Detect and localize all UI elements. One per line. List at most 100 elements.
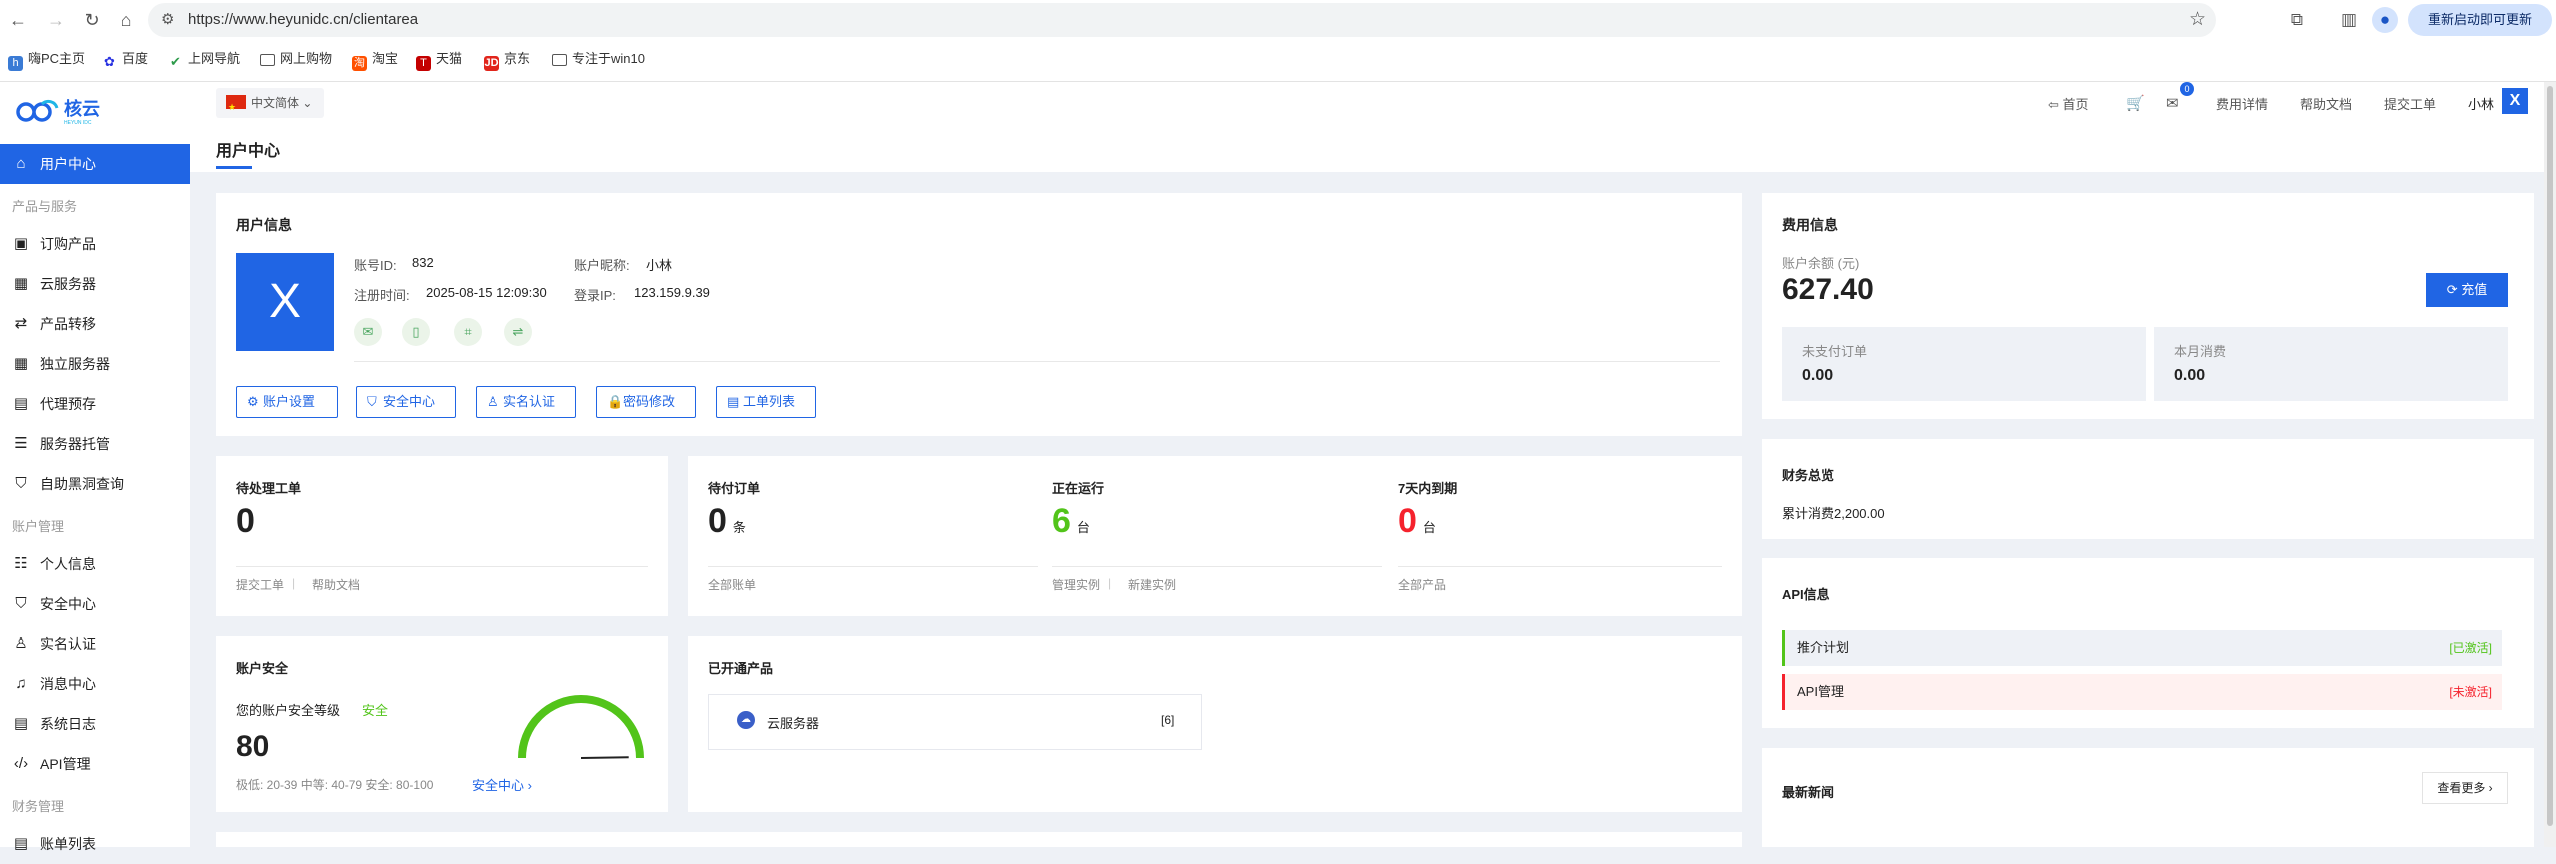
bookmark-tmall[interactable]: T 天猫 — [416, 48, 462, 71]
password-change-button[interactable]: 🔒 密码修改 — [596, 386, 696, 418]
view-more-label: 查看更多 — [2437, 781, 2486, 795]
sidebar-item-security[interactable]: ⛉ 安全中心 — [0, 584, 190, 624]
view-more-button[interactable]: 查看更多 › — [2422, 772, 2508, 804]
unpaid-value: 0.00 — [1802, 367, 1834, 384]
nickname-label: 账户昵称: — [574, 258, 630, 273]
submit-ticket-link[interactable]: 提交工单 — [236, 576, 284, 593]
sidebar-item-api[interactable]: ‹/› API管理 — [0, 744, 190, 784]
manage-instances-link[interactable]: 管理实例 — [1052, 576, 1100, 593]
product-name: 云服务器 — [767, 716, 820, 731]
bookmark-star-icon[interactable]: ☆ — [2189, 8, 2206, 31]
top-bar: 中文简体 ⌄ ⇦ 首页 🛒 ✉ 0 费用详情 帮助文档 提交工单 小林 X 用户… — [190, 82, 2556, 172]
scan-verified-icon[interactable]: ⌗ — [454, 318, 482, 346]
bookmark-label: 京东 — [504, 51, 531, 66]
gauge-needle — [580, 756, 629, 759]
sidebar-item-order[interactable]: ▣ 订购产品 — [0, 224, 190, 264]
pending-orders-count: 0条 — [708, 502, 746, 541]
avatar[interactable]: X — [2502, 88, 2528, 114]
site-info-icon[interactable]: ⚙ — [161, 10, 174, 28]
brand-name: 核云 — [64, 98, 100, 119]
security-center-button[interactable]: ⛉ 安全中心 — [356, 386, 456, 418]
scrollbar-thumb[interactable] — [2547, 86, 2553, 826]
back-icon[interactable]: ← — [4, 6, 32, 34]
bookmark-label: 嗨PC主页 — [28, 51, 86, 66]
sidebar-item-label: 安全中心 — [40, 596, 96, 612]
username[interactable]: 小林 — [2468, 94, 2494, 113]
profile-icon[interactable]: ● — [2372, 7, 2398, 33]
api-row-referral[interactable]: 推介计划 [已激活] — [1782, 630, 2502, 666]
hipc-icon: h — [8, 56, 23, 71]
new-instance-link[interactable]: 新建实例 — [1128, 576, 1176, 593]
mail-icon[interactable]: ✉ — [2166, 94, 2179, 112]
nav-home[interactable]: ⇦ 首页 — [2048, 94, 2089, 113]
jd-icon: JD — [484, 56, 499, 71]
sidebar-item-messages[interactable]: ♫ 消息中心 — [0, 664, 190, 704]
sidebar-item-realname[interactable]: ♙ 实名认证 — [0, 624, 190, 664]
sidebar-item-blackhole[interactable]: ⛉ 自助黑洞查询 — [0, 464, 190, 504]
security-legend: 极低: 20-39 中等: 40-79 安全: 80-100 — [236, 778, 434, 792]
reload-icon[interactable]: ↻ — [78, 6, 106, 34]
link-verified-icon[interactable]: ⇌ — [504, 318, 532, 346]
bookmark-nav[interactable]: ✔ 上网导航 — [168, 48, 240, 69]
divider — [1398, 566, 1722, 567]
sidebar-item-label: 服务器托管 — [40, 436, 110, 452]
sidepanel-icon[interactable]: ▥ — [2336, 7, 2362, 33]
person-card-icon: ☷ — [14, 555, 28, 572]
nav-fees[interactable]: 费用详情 — [2216, 94, 2268, 113]
page-title: 用户中心 — [216, 143, 281, 160]
sidebar-item-cloud-server[interactable]: ▦ 云服务器 — [0, 264, 190, 304]
sidebar-item-hosting[interactable]: ☰ 服务器托管 — [0, 424, 190, 464]
sidebar-item-label: 账单列表 — [40, 836, 96, 852]
bookmark-shopping[interactable]: 网上购物 — [260, 48, 332, 67]
extensions-icon[interactable]: ⧉ — [2284, 7, 2310, 33]
nav-docs[interactable]: 帮助文档 — [2300, 94, 2352, 113]
sidebar-item-label: 产品转移 — [40, 316, 96, 332]
count-unit: 台 — [1076, 520, 1090, 535]
sidebar-item-label: 独立服务器 — [40, 356, 110, 372]
nav-ticket[interactable]: 提交工单 — [2384, 94, 2436, 113]
bookmark-hipc[interactable]: h 嗨PC主页 — [8, 48, 85, 71]
news-card: 最新新闻 查看更多 › — [1762, 748, 2534, 847]
next-card — [216, 832, 1742, 847]
sidebar: 核云 HEYUN IDC ⌂ 用户中心 产品与服务 ▣ 订购产品 ▦ 云服务器 ⇄ 产品… — [0, 82, 190, 852]
language-select[interactable]: 中文简体 ⌄ — [216, 88, 324, 122]
update-button[interactable]: 重新启动即可更新 — [2408, 4, 2552, 36]
ticket-list-button[interactable]: ▤ 工单列表 — [716, 386, 816, 418]
user-icon: ♙ — [487, 394, 499, 409]
help-docs-link[interactable]: 帮助文档 — [312, 576, 360, 593]
sidebar-item-syslog[interactable]: ▤ 系统日志 — [0, 704, 190, 744]
sidebar-item-user-center[interactable]: ⌂ 用户中心 — [0, 144, 190, 184]
sidebar-item-label: 云服务器 — [40, 276, 96, 292]
bookmark-win10[interactable]: 专注于win10 — [552, 48, 645, 67]
bookmark-taobao[interactable]: 淘淘宝 — [352, 48, 398, 71]
sidebar-item-dedicated[interactable]: ▦ 独立服务器 — [0, 344, 190, 384]
brand-logo[interactable]: 核云 HEYUN IDC — [12, 90, 132, 130]
sidebar-item-prepay[interactable]: ▤ 代理预存 — [0, 384, 190, 424]
security-center-link[interactable]: 安全中心 › — [472, 775, 532, 794]
chevron-down-icon: ⌄ — [302, 96, 313, 110]
sidebar-item-profile[interactable]: ☷ 个人信息 — [0, 544, 190, 584]
bookmark-jd[interactable]: JD 京东 — [484, 48, 530, 71]
address-bar[interactable]: ⚙ https://www.heyunidc.cn/clientarea ☆ — [148, 3, 2216, 37]
grid-icon: ▦ — [13, 355, 29, 372]
bookmark-label: 天猫 — [436, 51, 463, 66]
api-row-api-manage[interactable]: API管理 [未激活] — [1782, 674, 2502, 710]
link-separator: | — [1108, 576, 1112, 590]
shield-icon: ⛉ — [15, 475, 27, 492]
realname-button[interactable]: ♙ 实名认证 — [476, 386, 576, 418]
sidebar-item-bills[interactable]: ▤ 账单列表 — [0, 824, 190, 864]
recharge-button[interactable]: ⟳ 充值 — [2426, 273, 2508, 307]
account-settings-button[interactable]: ⚙ 账户设置 — [236, 386, 338, 418]
sidebar-item-transfer[interactable]: ⇄ 产品转移 — [0, 304, 190, 344]
sidebar-item-label: 个人信息 — [40, 556, 96, 572]
cart-icon[interactable]: 🛒 — [2126, 94, 2145, 112]
product-item-cloud-server[interactable]: ☁ 云服务器 [6] — [708, 694, 1202, 750]
bookmark-baidu[interactable]: ✿ 百度 — [102, 48, 148, 69]
all-bills-link[interactable]: 全部账单 — [708, 576, 756, 593]
all-products-link[interactable]: 全部产品 — [1398, 576, 1446, 593]
finance-overview-card: 财务总览 累计消费2,200.00 — [1762, 439, 2534, 539]
forward-icon[interactable]: → — [42, 6, 70, 34]
home-browser-icon[interactable]: ⌂ — [112, 6, 140, 34]
email-verified-icon[interactable]: ✉ — [354, 318, 382, 346]
phone-verified-icon[interactable]: ▯ — [402, 318, 430, 346]
